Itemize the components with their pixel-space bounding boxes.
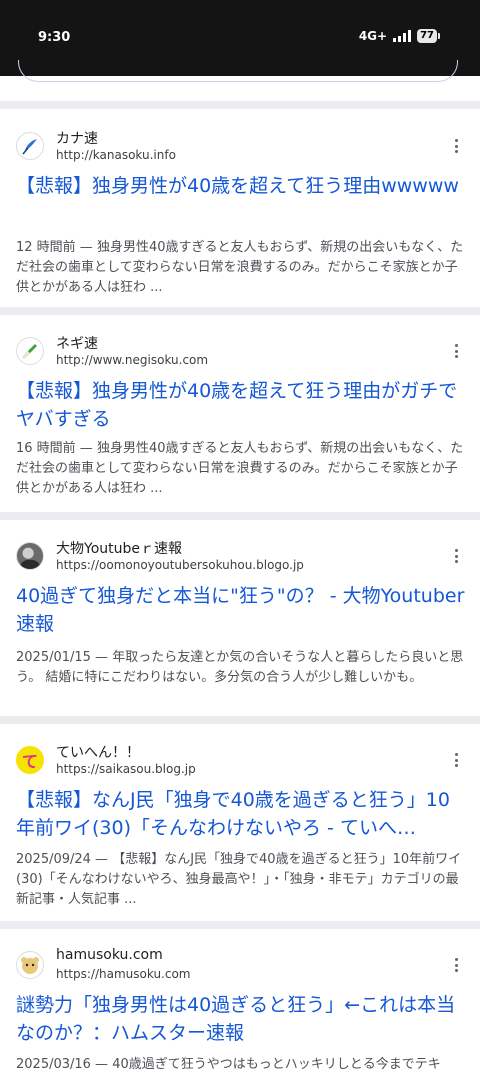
result-title-link[interactable]: 【悲報】なんJ民「独身で40歳を過ぎると狂う」10年前ワイ(30)「そんなわけな… [16,786,466,842]
search-result: 大物Youtubeｒ速報 https://oomonoyoutubersokuh… [0,538,480,718]
more-options-icon[interactable] [448,341,464,361]
result-snippet: 12 時間前 — 独身男性40歳すぎると友人もおらず、新規の出会いもなく、ただ社… [16,240,464,295]
divider [0,716,480,724]
divider [0,921,480,929]
status-icons: 4G+ 77 [359,29,440,43]
result-snippet: 2025/03/16 — 40歳過ぎて狂うやつはもっとハッキリしとる今までテキ [16,1057,441,1072]
site-name: ていへん！！ [56,745,140,761]
search-result: カナ速 http://kanasoku.info 【悲報】独身男性が40歳を超え… [0,128,480,308]
result-source[interactable]: て ていへん！！ https://saikasou.blog.jp [16,742,464,782]
leek-icon [16,337,44,365]
result-source[interactable]: カナ速 http://kanasoku.info [16,128,464,168]
search-bar[interactable] [18,60,458,82]
result-title-link[interactable]: 謎勢力「独身男性は40過ぎると狂う」←これは本当なのか？：ハムスター速報 [16,991,466,1047]
battery-level: 77 [417,29,437,43]
result-source[interactable]: hamusoku.com https://hamusoku.com [16,947,464,987]
quill-icon [16,132,44,160]
site-url: https://hamusoku.com [56,967,191,981]
logo-icon: て [16,746,44,774]
divider [0,512,480,520]
search-result: ネギ速 http://www.negisoku.com 【悲報】独身男性が40歳… [0,333,480,513]
signal-icon [393,30,412,42]
site-url: https://oomonoyoutubersokuhou.blogo.jp [56,558,304,572]
result-snippet: 2025/01/15 — 年取ったら友達とか気の合いそうな人と暮らしたら良いと思… [16,650,464,685]
more-options-icon[interactable] [448,546,464,566]
battery-icon: 77 [417,29,440,43]
result-snippet: 16 時間前 — 独身男性40歳すぎると友人もおらず、新規の出会いもなく、ただ社… [16,441,464,496]
site-name: ネギ速 [56,336,98,352]
divider [0,101,480,109]
result-title-link[interactable]: 【悲報】独身男性が40歳を超えて狂う理由wwwww [16,172,466,200]
divider [0,307,480,315]
site-url: https://saikasou.blog.jp [56,762,196,776]
network-type: 4G+ [358,29,388,43]
result-title-link[interactable]: 40過ぎて独身だと本当に"狂う"の？ - 大物Youtuber速報 [16,582,466,638]
more-options-icon[interactable] [448,136,464,156]
result-source[interactable]: 大物Youtubeｒ速報 https://oomonoyoutubersokuh… [16,538,464,578]
status-time: 9:30 [38,30,71,45]
more-options-icon[interactable] [448,750,464,770]
search-result: hamusoku.com https://hamusoku.com 謎勢力「独身… [0,947,480,1072]
site-url: http://www.negisoku.com [56,353,209,367]
avatar-icon [16,542,44,570]
result-source[interactable]: ネギ速 http://www.negisoku.com [16,333,464,373]
result-snippet: 2025/09/24 — 【悲報】なんJ民「独身で40歳を過ぎると狂う」10年前… [16,852,462,907]
result-title-link[interactable]: 【悲報】独身男性が40歳を超えて狂う理由がガチでヤバすぎる [16,377,466,433]
site-name: hamusoku.com [56,947,163,963]
site-name: 大物Youtubeｒ速報 [56,541,182,557]
search-result: て ていへん！！ https://saikasou.blog.jp 【悲報】なん… [0,742,480,922]
more-options-icon[interactable] [448,955,464,975]
site-url: http://kanasoku.info [56,148,176,162]
site-name: カナ速 [56,131,98,147]
hamster-icon [16,951,44,979]
